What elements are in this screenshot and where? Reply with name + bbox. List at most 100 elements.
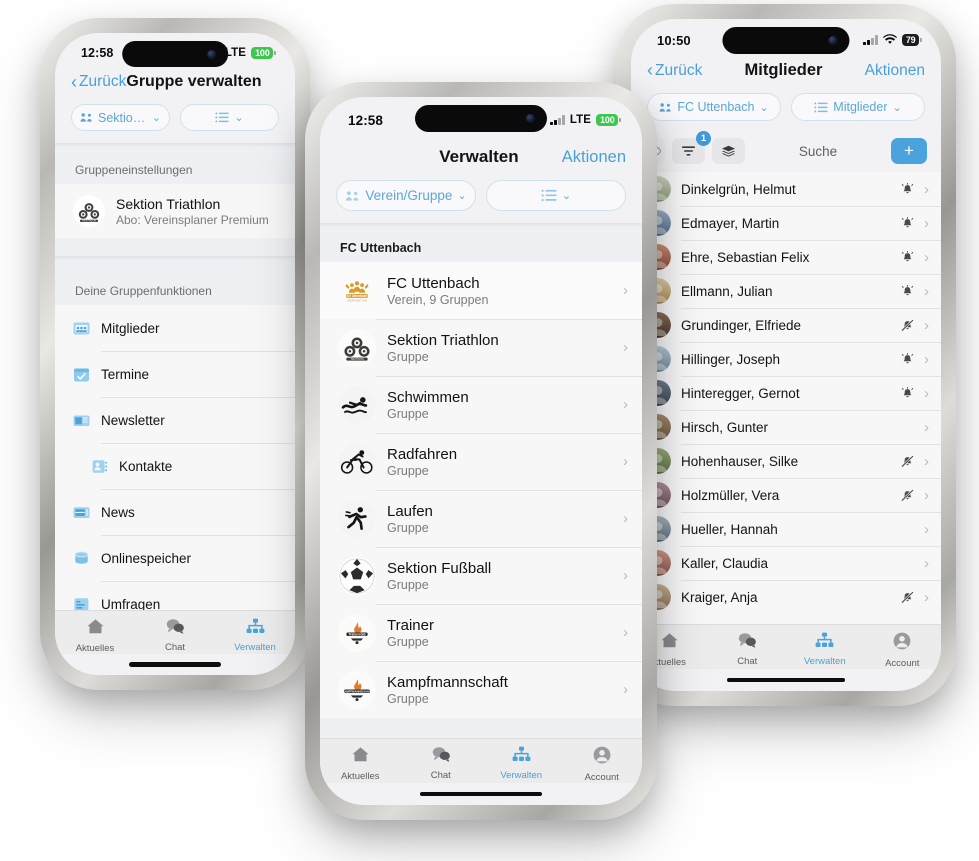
tab-account[interactable]: Account [864, 632, 942, 669]
page-title: Mitglieder [744, 61, 823, 79]
bell-off-icon[interactable] [901, 318, 914, 332]
bell-on-icon[interactable] [901, 182, 914, 196]
page-title: Verwalten [439, 147, 519, 166]
group-text: Laufen Gruppe [387, 503, 612, 535]
group-text: Sektion Triathlon Gruppe [387, 332, 612, 364]
chip-group-selector[interactable]: FC Uttenbach ⌄ [647, 93, 781, 121]
cyclist-logo [338, 442, 376, 481]
search-input[interactable]: Suche [752, 144, 884, 159]
phones-stage: 12:58 LTE 100 ‹ Zurück Gruppe verwalten [0, 0, 979, 861]
bell-on-icon[interactable] [901, 284, 914, 298]
chip-group-label: FC Uttenbach [677, 100, 755, 114]
bell-off-icon[interactable] [901, 590, 914, 604]
member-row[interactable]: Edmayer, Martin › [631, 206, 941, 240]
group-row[interactable]: SV Uttenbach GEGRÜNDET 1946 FC Uttenbach Ve… [320, 262, 642, 319]
function-row-onlinespeicher[interactable]: Onlinespeicher [55, 535, 295, 581]
chip-group-selector[interactable]: Sektion Triathl... ⌄ [71, 104, 170, 131]
svg-text:Trainerstab: Trainerstab [348, 632, 365, 636]
filter-icon-button[interactable]: 1 [672, 131, 711, 164]
group-row[interactable]: Radfahren Gruppe › [320, 433, 642, 490]
screen-left: 12:58 LTE 100 ‹ Zurück Gruppe verwalten [55, 33, 295, 675]
tab-chat[interactable]: Chat [401, 746, 482, 781]
tab-chat[interactable]: Chat [709, 632, 787, 667]
chip-view-selector[interactable]: ⌄ [486, 180, 626, 211]
section-header-functions: Deine Gruppenfunktionen [75, 284, 212, 298]
member-row[interactable]: Ehre, Sebastian Felix › [631, 240, 941, 274]
member-row[interactable]: Kaller, Claudia › [631, 546, 941, 580]
bell-on-icon[interactable] [901, 216, 914, 230]
member-row[interactable]: Hueller, Hannah › [631, 512, 941, 546]
tab-bar[interactable]: Aktuelles Chat Verwalten [55, 609, 295, 654]
chevron-right-icon: › [924, 384, 929, 402]
bell-on-icon[interactable] [901, 352, 914, 366]
tab-chat[interactable]: Chat [135, 618, 215, 653]
tab-label: Chat [164, 641, 186, 653]
chevron-left-icon: ‹ [71, 71, 77, 92]
chip-view-selector[interactable]: Mitglieder ⌄ [791, 93, 925, 121]
status-indicators: LTE 100 [550, 114, 618, 126]
function-label: Onlinespeicher [101, 550, 192, 566]
group-title: FC Uttenbach [387, 274, 480, 292]
chip-view-selector[interactable]: ⌄ [180, 104, 279, 131]
phone-center: 12:58 LTE 100 Verwalten Aktionen Verein/… [305, 82, 657, 820]
bell-on-icon[interactable] [901, 250, 914, 264]
function-row-umfragen[interactable]: Umfragen [55, 581, 295, 610]
tab-aktuelles[interactable]: Aktuelles [320, 746, 401, 782]
member-row[interactable]: Ellmann, Julian › [631, 274, 941, 308]
function-row-mitglieder[interactable]: Mitglieder [55, 305, 295, 351]
tab-verwalten[interactable]: Verwalten [215, 618, 295, 653]
member-row[interactable]: Holzmüller, Vera › [631, 478, 941, 512]
group-row[interactable]: Laufen Gruppe › [320, 490, 642, 547]
bell-off-icon[interactable] [901, 454, 914, 468]
function-row-news[interactable]: News [55, 489, 295, 535]
group-functions-list: Mitglieder Termine Newsletter Kontakte News O… [55, 305, 295, 610]
chat-icon [431, 746, 451, 767]
chip-group-selector[interactable]: Verein/Gruppe ⌄ [336, 180, 476, 211]
wifi-icon [882, 33, 897, 47]
group-name: Sektion Triathlon [116, 195, 221, 212]
actions-button[interactable]: Aktionen [562, 148, 626, 167]
trainerstab-logo: Trainerstab [338, 613, 376, 652]
status-indicators: 79 [863, 33, 919, 47]
nav-bar: ‹ Zurück Gruppe verwalten [55, 69, 295, 101]
back-button[interactable]: ‹ Zurück [647, 61, 702, 80]
member-row[interactable]: Dinkelgrün, Helmut › [631, 172, 941, 206]
function-row-kontakte[interactable]: Kontakte [55, 443, 295, 489]
bell-on-icon[interactable] [901, 386, 914, 400]
chevron-right-icon: › [623, 396, 628, 413]
layers-icon-button[interactable] [712, 138, 745, 164]
tab-verwalten[interactable]: Verwalten [481, 746, 562, 781]
group-row[interactable]: KAMPFMANNSCHAFT Kampfmannschaft Gruppe › [320, 661, 642, 718]
section-header-club: FC Uttenbach [340, 241, 422, 255]
member-row[interactable]: Grundinger, Elfriede › [631, 308, 941, 342]
member-row[interactable]: Hohenhauser, Silke › [631, 444, 941, 478]
tab-account[interactable]: Account [562, 746, 643, 783]
chevron-down-icon: ⌄ [234, 112, 244, 124]
tab-verwalten[interactable]: Verwalten [786, 632, 864, 667]
group-title: Radfahren [387, 445, 458, 463]
group-row[interactable]: Trainerstab Trainer Gruppe › [320, 604, 642, 661]
group-subscription: Abo: Vereinsplaner Premium [116, 212, 269, 227]
status-time: 12:58 [348, 112, 384, 128]
group-settings-row[interactable]: TRIATHLON Sektion Triathlon Abo: Vereins… [55, 184, 295, 238]
tab-bar[interactable]: Aktuelles Chat Verwalten Account [320, 738, 642, 783]
newsletter-icon [73, 412, 90, 429]
function-row-newsletter[interactable]: Newsletter [55, 397, 295, 443]
bell-off-icon[interactable] [901, 488, 914, 502]
member-row[interactable]: Hirsch, Gunter › [631, 410, 941, 444]
add-member-button[interactable]: + [891, 138, 927, 164]
member-row[interactable]: Kraiger, Anja › [631, 580, 941, 614]
group-row[interactable]: Sektion Fußball Gruppe › [320, 547, 642, 604]
group-row[interactable]: TRIATHLON Sektion Triathlon Gruppe › [320, 319, 642, 376]
tab-aktuelles[interactable]: Aktuelles [55, 618, 135, 654]
back-button[interactable]: ‹ Zurück [71, 73, 126, 91]
tab-bar[interactable]: ktuelles Chat Verwalten Account [631, 624, 941, 669]
function-label-wrap: News [101, 505, 283, 520]
group-row[interactable]: Schwimmen Gruppe › [320, 376, 642, 433]
member-row[interactable]: Hinteregger, Gernot › [631, 376, 941, 410]
survey-icon [73, 596, 90, 610]
actions-button[interactable]: Aktionen [865, 62, 925, 80]
function-row-termine[interactable]: Termine [55, 351, 295, 397]
member-row[interactable]: Hillinger, Joseph › [631, 342, 941, 376]
network-label: LTE [569, 114, 592, 126]
